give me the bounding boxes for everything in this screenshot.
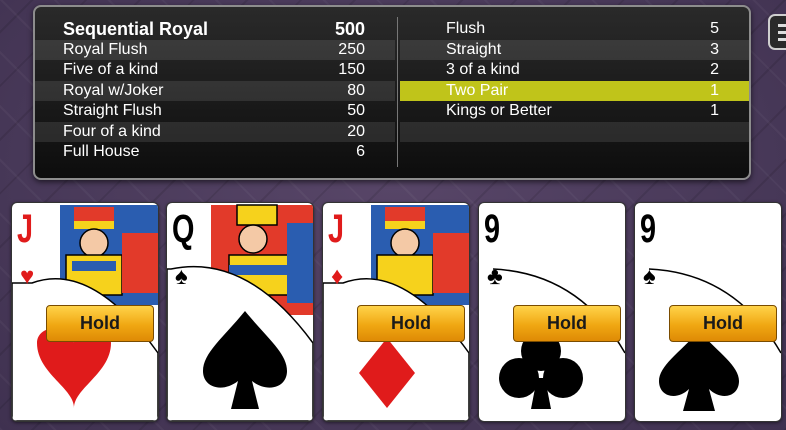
paytable-divider bbox=[397, 17, 398, 167]
hand-name: Straight Flush bbox=[63, 102, 162, 119]
hand-name: Full House bbox=[63, 143, 140, 160]
card-3[interactable]: J ♦ Hold bbox=[322, 202, 470, 422]
hand-name: Flush bbox=[446, 20, 486, 37]
hand-name: Straight bbox=[446, 40, 502, 58]
hand-name: 3 of a kind bbox=[446, 61, 520, 78]
club-suit-icon: ♣ bbox=[487, 263, 503, 290]
diamond-suit-icon: ♦ bbox=[331, 263, 344, 290]
card-5[interactable]: 9 ♠ Hold bbox=[634, 202, 782, 422]
card-rank: Q bbox=[172, 207, 195, 251]
hand-payout: 5 bbox=[710, 20, 719, 37]
hand-payout: 6 bbox=[356, 143, 365, 160]
card-rank: J bbox=[328, 207, 345, 251]
heart-suit-icon: ♥ bbox=[20, 263, 35, 290]
hand-payout: 150 bbox=[338, 61, 365, 78]
paytable-row: Straight Flush 50 bbox=[35, 101, 395, 122]
hand-payout: 50 bbox=[347, 102, 365, 119]
paytable-row: Flush 5 bbox=[400, 19, 749, 40]
paytable-row: Straight 3 bbox=[400, 39, 749, 60]
paytable-left-column: Sequential Royal 500 Royal Flush 250 Fiv… bbox=[35, 19, 395, 163]
paytable-row-highlighted: Two Pair 1 bbox=[400, 80, 749, 101]
hold-button[interactable]: Hold bbox=[669, 305, 777, 342]
hold-button[interactable]: Hold bbox=[513, 305, 621, 342]
paytable-row-empty bbox=[400, 121, 749, 142]
hold-button[interactable]: Hold bbox=[357, 305, 465, 342]
hand-payout: 250 bbox=[338, 40, 365, 58]
card-rank: 9 bbox=[640, 207, 657, 251]
hand-payout: 2 bbox=[710, 61, 719, 78]
hold-button[interactable]: Hold bbox=[46, 305, 154, 342]
hand-payout: 500 bbox=[334, 19, 365, 39]
hand-payout: 1 bbox=[710, 81, 719, 99]
paytable-row: Royal w/Joker 80 bbox=[35, 80, 395, 101]
hand-name: Two Pair bbox=[446, 81, 509, 99]
paytable-row: 3 of a kind 2 bbox=[400, 60, 749, 81]
paytable-row: Four of a kind 20 bbox=[35, 121, 395, 142]
spade-suit-icon: ♠ bbox=[175, 263, 188, 290]
paytable-row: Five of a kind 150 bbox=[35, 60, 395, 81]
card-rank: J bbox=[17, 207, 34, 251]
hand-payout: 80 bbox=[347, 81, 365, 99]
paytable-row: Full House 6 bbox=[35, 142, 395, 163]
hand-name: Kings or Better bbox=[446, 102, 552, 119]
card-2[interactable]: Q ♠ bbox=[166, 202, 314, 422]
hand-payout: 3 bbox=[710, 40, 719, 58]
menu-button[interactable] bbox=[768, 14, 786, 50]
card-4[interactable]: 9 ♣ Hold bbox=[478, 202, 626, 422]
hamburger-menu-icon bbox=[778, 24, 786, 27]
paytable-row: Kings or Better 1 bbox=[400, 101, 749, 122]
hand-name: Royal w/Joker bbox=[63, 81, 164, 99]
paytable: Sequential Royal 500 Royal Flush 250 Fiv… bbox=[33, 5, 751, 180]
hand-name: Royal Flush bbox=[63, 40, 148, 58]
hand-name: Five of a kind bbox=[63, 61, 159, 78]
spade-suit-icon: ♠ bbox=[643, 263, 656, 290]
card-1[interactable]: J ♥ Hold bbox=[11, 202, 159, 422]
hand-payout: 20 bbox=[347, 122, 365, 140]
paytable-row: Sequential Royal 500 bbox=[35, 19, 395, 40]
card-rank: 9 bbox=[484, 207, 501, 251]
paytable-right-column: Flush 5 Straight 3 3 of a kind 2 Two Pai… bbox=[400, 19, 749, 142]
paytable-row: Royal Flush 250 bbox=[35, 39, 395, 60]
hand-name: Four of a kind bbox=[63, 122, 161, 140]
hand-name: Sequential Royal bbox=[63, 19, 209, 39]
hand-payout: 1 bbox=[710, 102, 719, 119]
